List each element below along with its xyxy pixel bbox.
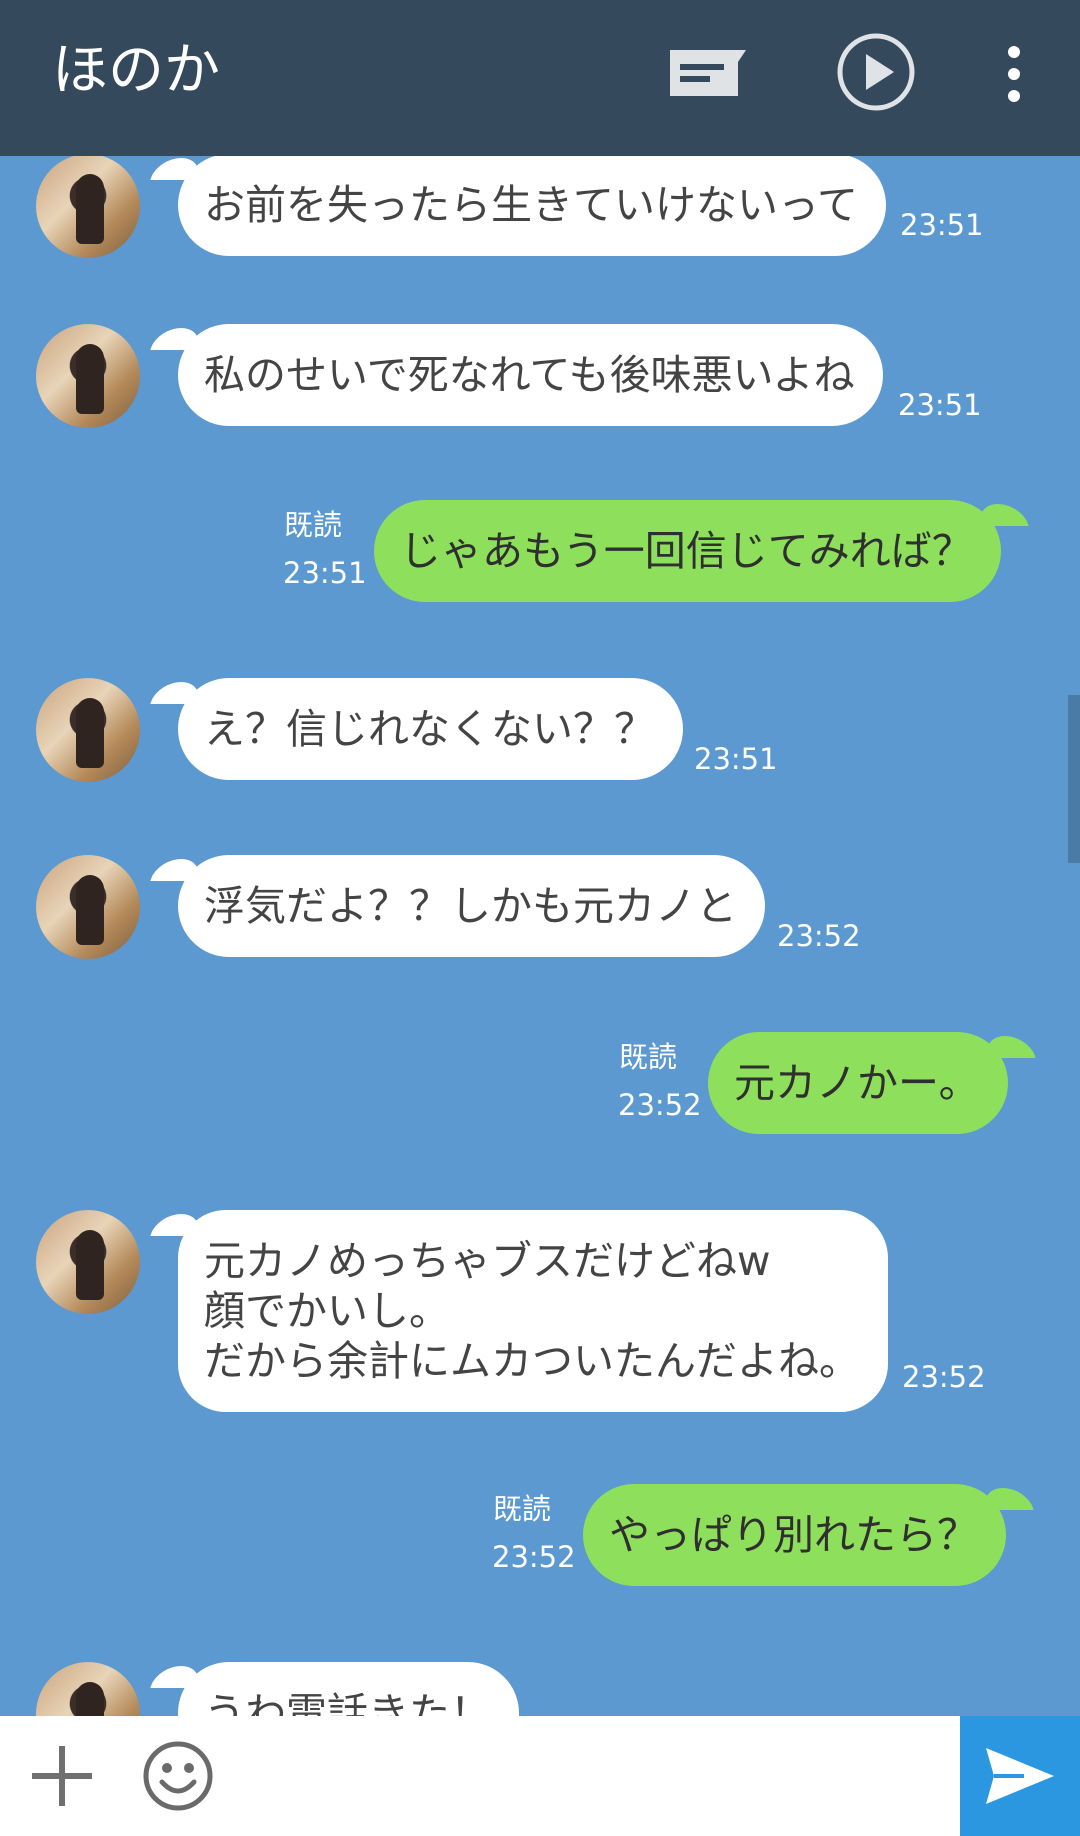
avatar[interactable] — [36, 1210, 140, 1314]
message-time: 23:51 — [694, 742, 778, 776]
message-list[interactable]: お前を失ったら生きていけないって 23:51 私のせいで死なれても後味悪いよね … — [0, 156, 1080, 1716]
more-vert-icon[interactable] — [994, 44, 1034, 104]
message-time: 23:51 — [898, 388, 982, 422]
message-input[interactable] — [240, 1736, 940, 1816]
scrollbar[interactable] — [1068, 695, 1080, 863]
avatar[interactable] — [36, 678, 140, 782]
send-icon — [986, 1748, 1054, 1804]
read-receipt: 既読 — [493, 1492, 552, 1526]
message-time: 23:52 — [902, 1360, 986, 1394]
chat-header: ほのか — [0, 0, 1080, 156]
avatar[interactable] — [36, 855, 140, 959]
read-receipt: 既読 — [284, 508, 343, 542]
read-receipt: 既読 — [619, 1040, 678, 1074]
smile-icon[interactable] — [142, 1740, 214, 1812]
composer-bar — [0, 1716, 1080, 1836]
message-bubble-outgoing[interactable]: やっぱり別れたら？ — [583, 1484, 1006, 1586]
chat-title: ほのか — [52, 38, 220, 103]
send-button[interactable] — [960, 1716, 1080, 1836]
message-bubble-outgoing[interactable]: じゃあもう一回信じてみれば？ — [374, 500, 1001, 602]
play-circle-icon[interactable] — [836, 32, 916, 112]
notes-icon[interactable] — [668, 48, 748, 98]
message-bubble-incoming[interactable]: うわ電話きた！ — [178, 1662, 519, 1716]
message-bubble-incoming[interactable]: え？信じれなくない？？ — [178, 678, 683, 780]
avatar[interactable] — [36, 156, 140, 258]
message-time: 23:52 — [492, 1540, 576, 1574]
message-bubble-incoming[interactable]: 元カノめっちゃブスだけどねw 顔でかいし。 だから余計にムカついたんだよね。 — [178, 1210, 888, 1412]
message-bubble-outgoing[interactable]: 元カノかー。 — [708, 1032, 1008, 1134]
plus-icon[interactable] — [28, 1742, 96, 1810]
message-bubble-incoming[interactable]: 浮気だよ？？しかも元カノと — [178, 855, 765, 957]
message-time: 23:51 — [283, 556, 367, 590]
message-time: 23:51 — [900, 208, 984, 242]
message-time: 23:52 — [777, 919, 861, 953]
message-bubble-incoming[interactable]: お前を失ったら生きていけないって — [178, 156, 886, 256]
avatar[interactable] — [36, 1662, 140, 1716]
avatar[interactable] — [36, 324, 140, 428]
message-bubble-incoming[interactable]: 私のせいで死なれても後味悪いよね — [178, 324, 883, 426]
message-time: 23:52 — [618, 1088, 702, 1122]
